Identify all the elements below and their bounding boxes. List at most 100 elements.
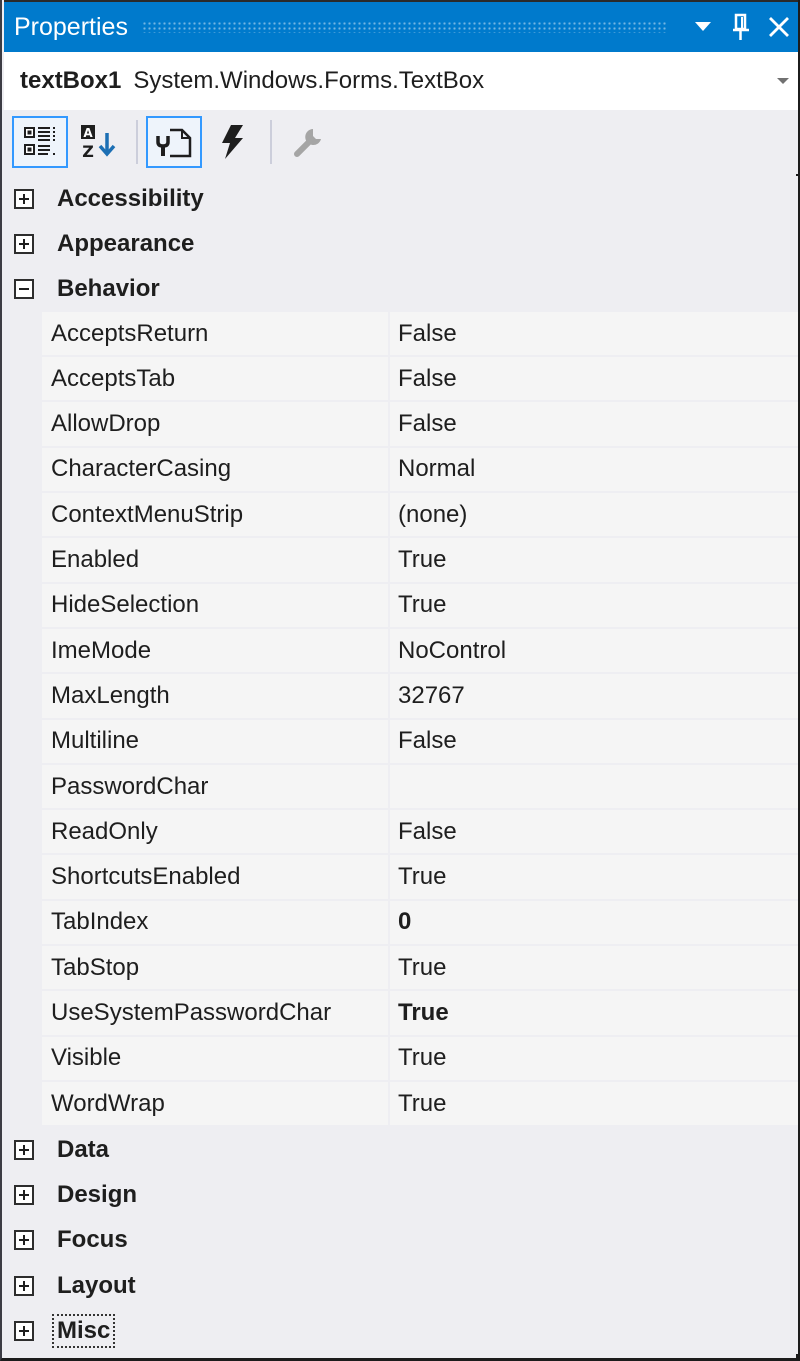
- expand-icon[interactable]: [14, 1230, 34, 1251]
- property-value[interactable]: True: [390, 584, 798, 627]
- property-row[interactable]: AcceptsTab False: [42, 357, 798, 403]
- expand-icon[interactable]: [14, 1275, 34, 1296]
- property-value[interactable]: True: [390, 855, 798, 898]
- property-value[interactable]: False: [390, 312, 798, 355]
- expand-icon[interactable]: [14, 1139, 34, 1160]
- property-row[interactable]: TabIndex 0: [42, 900, 798, 947]
- expand-icon[interactable]: [14, 188, 34, 209]
- events-button[interactable]: [204, 116, 260, 168]
- svg-text:Z: Z: [82, 142, 94, 161]
- property-name[interactable]: ReadOnly: [42, 810, 390, 854]
- property-row[interactable]: AllowDrop False: [42, 402, 798, 448]
- category-layout[interactable]: Layout: [4, 1263, 798, 1309]
- property-name[interactable]: UseSystemPasswordChar: [42, 991, 390, 1035]
- category-data[interactable]: Data: [4, 1127, 798, 1173]
- property-value[interactable]: False: [390, 810, 798, 853]
- property-name[interactable]: ShortcutsEnabled: [42, 855, 390, 899]
- property-row[interactable]: Visible True: [42, 1036, 798, 1082]
- close-button[interactable]: [760, 7, 798, 47]
- toolbar: A Z: [4, 110, 798, 174]
- property-row[interactable]: ReadOnly False: [42, 810, 798, 856]
- property-value[interactable]: [390, 765, 798, 808]
- property-row[interactable]: ContextMenuStrip (none): [42, 493, 798, 539]
- property-row[interactable]: MaxLength 32767: [42, 674, 798, 720]
- object-name: textBox1: [20, 67, 122, 94]
- properties-button[interactable]: [146, 116, 202, 168]
- alphabetical-button[interactable]: A Z: [70, 116, 126, 168]
- toolbar-separator: [136, 120, 138, 164]
- chevron-down-icon[interactable]: [768, 77, 798, 85]
- category-label: Design: [57, 1181, 138, 1209]
- property-value[interactable]: 0: [390, 901, 798, 944]
- property-name[interactable]: WordWrap: [42, 1081, 390, 1126]
- property-row[interactable]: UseSystemPasswordChar True: [42, 991, 798, 1037]
- expand-icon[interactable]: [14, 1321, 34, 1342]
- property-row[interactable]: Multiline False: [42, 719, 798, 765]
- properties-icon: [156, 128, 192, 158]
- property-row[interactable]: AcceptsReturn False: [42, 311, 798, 358]
- property-value[interactable]: True: [390, 946, 798, 989]
- expand-icon[interactable]: [14, 1185, 34, 1206]
- expand-icon[interactable]: [14, 233, 34, 254]
- window-position-dropdown-button[interactable]: [684, 7, 722, 47]
- property-name[interactable]: MaxLength: [42, 674, 390, 718]
- drag-grip[interactable]: [141, 21, 666, 33]
- property-pages-button[interactable]: [280, 116, 336, 168]
- property-name[interactable]: TabIndex: [42, 900, 390, 945]
- property-name[interactable]: HideSelection: [42, 583, 390, 627]
- property-name[interactable]: TabStop: [42, 946, 390, 990]
- property-value[interactable]: False: [390, 357, 798, 400]
- pin-icon: [733, 13, 749, 40]
- category-focus[interactable]: Focus: [4, 1217, 798, 1264]
- property-name[interactable]: AcceptsTab: [42, 357, 390, 401]
- property-value[interactable]: Normal: [390, 448, 798, 491]
- category-label: Accessibility: [57, 184, 204, 212]
- window-title: Properties: [14, 12, 128, 41]
- title-bar[interactable]: Properties: [4, 0, 798, 52]
- property-name[interactable]: PasswordChar: [42, 764, 390, 809]
- property-value[interactable]: True: [390, 1037, 798, 1080]
- category-design[interactable]: Design: [4, 1172, 798, 1218]
- property-row[interactable]: ShortcutsEnabled True: [42, 855, 798, 901]
- category-misc[interactable]: Misc: [4, 1308, 798, 1354]
- property-row[interactable]: Enabled True: [42, 538, 798, 584]
- property-row[interactable]: ImeMode NoControl: [42, 628, 798, 675]
- auto-hide-pin-button[interactable]: [722, 7, 760, 47]
- property-name[interactable]: Multiline: [42, 719, 390, 763]
- property-name[interactable]: Enabled: [42, 538, 390, 582]
- property-value[interactable]: True: [390, 1082, 798, 1125]
- svg-text:A: A: [83, 126, 93, 140]
- object-type: System.Windows.Forms.TextBox: [133, 67, 485, 94]
- property-row[interactable]: PasswordChar: [42, 764, 798, 811]
- property-name[interactable]: Visible: [42, 1036, 390, 1080]
- property-row[interactable]: HideSelection True: [42, 583, 798, 629]
- property-row[interactable]: TabStop True: [42, 946, 798, 992]
- property-name[interactable]: ContextMenuStrip: [42, 493, 390, 537]
- property-value[interactable]: False: [390, 402, 798, 445]
- property-value[interactable]: (none): [390, 493, 798, 536]
- property-row[interactable]: CharacterCasing Normal: [42, 447, 798, 494]
- category-label: Focus: [57, 1226, 128, 1254]
- category-appearance[interactable]: Appearance: [4, 221, 798, 267]
- property-value[interactable]: 32767: [390, 674, 798, 717]
- category-label: Appearance: [57, 229, 195, 257]
- collapse-icon[interactable]: [14, 279, 34, 300]
- property-value[interactable]: NoControl: [390, 629, 798, 672]
- categorized-button[interactable]: [12, 116, 68, 168]
- property-name[interactable]: AllowDrop: [42, 402, 390, 446]
- wrench-icon: [294, 129, 321, 157]
- property-name[interactable]: CharacterCasing: [42, 447, 390, 492]
- category-accessibility[interactable]: Accessibility: [4, 176, 798, 222]
- property-value[interactable]: True: [390, 991, 798, 1034]
- property-name[interactable]: ImeMode: [42, 628, 390, 673]
- close-icon: [769, 17, 789, 37]
- property-value[interactable]: False: [390, 720, 798, 763]
- categorized-icon: [24, 127, 55, 155]
- category-behavior[interactable]: Behavior: [4, 266, 798, 312]
- property-name[interactable]: AcceptsReturn: [42, 311, 390, 356]
- property-row[interactable]: WordWrap True: [42, 1081, 798, 1128]
- properties-window: Properties textBox1 System.Windows.Forms…: [0, 0, 800, 1361]
- object-selector-dropdown[interactable]: textBox1 System.Windows.Forms.TextBox: [4, 52, 798, 110]
- property-value[interactable]: True: [390, 538, 798, 581]
- category-label: Misc: [52, 1314, 116, 1349]
